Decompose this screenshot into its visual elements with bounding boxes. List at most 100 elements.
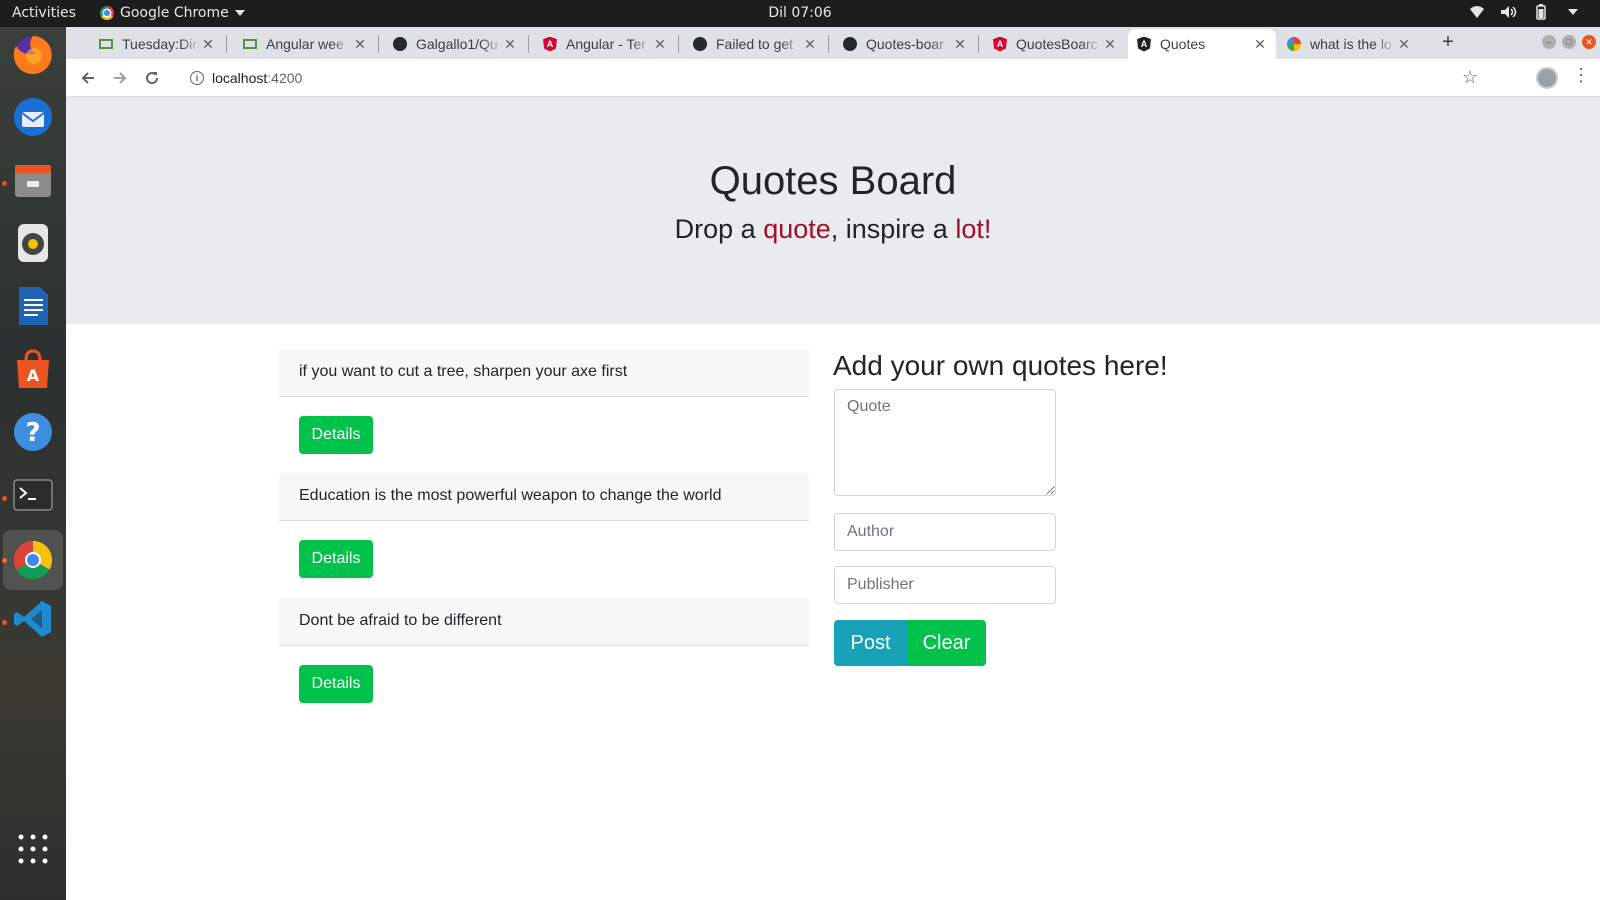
activities-button[interactable]: Activities [12,5,76,21]
dock: A ? [0,27,66,900]
close-tab-icon[interactable]: ✕ [352,36,368,53]
app-menu-label: Google Chrome [120,5,229,21]
close-tab-icon[interactable]: ✕ [200,36,216,53]
dock-chrome[interactable] [3,530,63,590]
back-button[interactable] [76,66,100,90]
github-icon [842,36,858,52]
dock-files[interactable] [9,156,57,204]
running-indicator [2,620,7,625]
details-button[interactable]: Details [299,416,373,454]
forward-button[interactable] [108,66,132,90]
running-indicator [2,181,7,186]
app-menu[interactable]: Google Chrome [100,5,245,21]
clear-button[interactable]: Clear [907,620,986,666]
close-tab-icon[interactable]: ✕ [802,36,818,53]
close-tab-icon[interactable]: ✕ [1396,36,1412,53]
new-tab-button[interactable]: + [1436,31,1460,54]
dock-terminal[interactable] [9,471,57,519]
close-tab-icon[interactable]: ✕ [502,36,518,53]
system-tray[interactable] [1468,3,1582,21]
highlight-word: quote [763,214,831,244]
tab[interactable]: A Angular - Ter ✕ [534,29,676,59]
tab-title: Quotes-boar [866,36,944,52]
close-tab-icon[interactable]: ✕ [1102,36,1118,53]
dock-help[interactable]: ? [9,408,57,456]
profile-avatar[interactable] [1536,67,1558,89]
author-input[interactable] [834,513,1056,551]
dock-rhythmbox[interactable] [9,219,57,267]
libreoffice-writer-icon [19,287,48,325]
maximize-button[interactable]: □ [1562,35,1576,49]
page-content: Quotes Board Drop a quote, inspire a lot… [66,97,1600,900]
github-icon [692,36,708,52]
tab-separator [678,35,679,53]
details-button[interactable]: Details [299,540,373,578]
dock-vscode[interactable] [9,595,57,643]
svg-text:?: ? [25,418,40,448]
gmail-icon [242,36,258,52]
tab-title: Failed to get [716,36,794,52]
tab-title: what is the lo [1310,36,1392,52]
menu-icon[interactable]: ⋮ [1572,65,1590,86]
github-icon [392,36,408,52]
volume-icon [1500,3,1518,21]
google-icon [1286,36,1302,52]
dock-firefox[interactable] [9,31,57,79]
quote-textarea[interactable] [834,389,1056,496]
terminal-icon [13,479,53,511]
clock[interactable]: Dil 07:06 [768,5,831,21]
reload-button[interactable] [140,66,164,90]
angular-icon: A [1136,36,1152,52]
grid-icon [18,834,48,864]
thunderbird-icon [14,98,52,136]
quote-card: if you want to cut a tree, sharpen your … [279,349,809,454]
tab[interactable]: what is the lo ✕ [1278,29,1420,59]
tab[interactable]: Galgallo1/Qu ✕ [384,29,526,59]
tab-separator [378,35,379,53]
tab-strip: Tuesday:Dire ✕ Angular wee ✕ Galgallo1/Q… [66,27,1600,59]
bookmark-star-icon[interactable]: ☆ [1462,67,1478,88]
post-button[interactable]: Post [834,620,907,666]
tab[interactable]: A QuotesBoarc ✕ [984,29,1126,59]
tab-title: Angular - Ter [566,36,646,52]
dock-thunderbird[interactable] [9,93,57,141]
page-subtitle: Drop a quote, inspire a lot! [674,214,992,244]
details-button[interactable]: Details [299,665,373,703]
tab[interactable]: Tuesday:Dire ✕ [90,29,224,59]
info-icon[interactable]: i [190,71,204,85]
close-tab-icon[interactable]: ✕ [952,36,968,53]
power-menu-arrow-icon [1564,3,1582,21]
highlight-word: lot! [955,214,992,244]
tab-active[interactable]: A Quotes ✕ [1128,29,1276,59]
software-center-icon: A [17,349,49,388]
close-tab-icon[interactable]: ✕ [1252,36,1268,53]
close-window-button[interactable]: ✕ [1582,35,1596,49]
close-tab-icon[interactable]: ✕ [652,36,668,53]
wifi-icon [1468,3,1486,21]
angular-icon: A [542,36,558,52]
tab-separator [528,35,529,53]
quote-text: Education is the most powerful weapon to… [279,473,809,521]
tab[interactable]: Quotes-boar ✕ [834,29,976,59]
minimize-button[interactable]: – [1542,35,1556,49]
quote-text: if you want to cut a tree, sharpen your … [279,349,809,397]
publisher-input[interactable] [834,566,1056,604]
address-bar[interactable]: i localhost:4200 [176,63,1496,93]
vscode-icon [14,601,51,637]
tab-title: QuotesBoarc [1016,36,1098,52]
url-port: :4200 [267,70,303,86]
angular-icon: A [992,36,1008,52]
tab-title: Tuesday:Dire [122,36,200,52]
tab-title: Galgallo1/Qu [416,36,498,52]
tab-separator [978,35,979,53]
tab[interactable]: Failed to get ✕ [684,29,826,59]
running-indicator [2,496,7,501]
dock-writer[interactable] [9,282,57,330]
dock-software[interactable]: A [9,345,57,393]
dock-show-applications[interactable] [9,825,57,873]
chrome-icon [13,540,53,580]
form-heading: Add your own quotes here! [833,350,1168,381]
tab[interactable]: Angular wee ✕ [234,29,376,59]
url-host: localhost [212,70,268,86]
tab-title: Quotes [1160,36,1206,52]
